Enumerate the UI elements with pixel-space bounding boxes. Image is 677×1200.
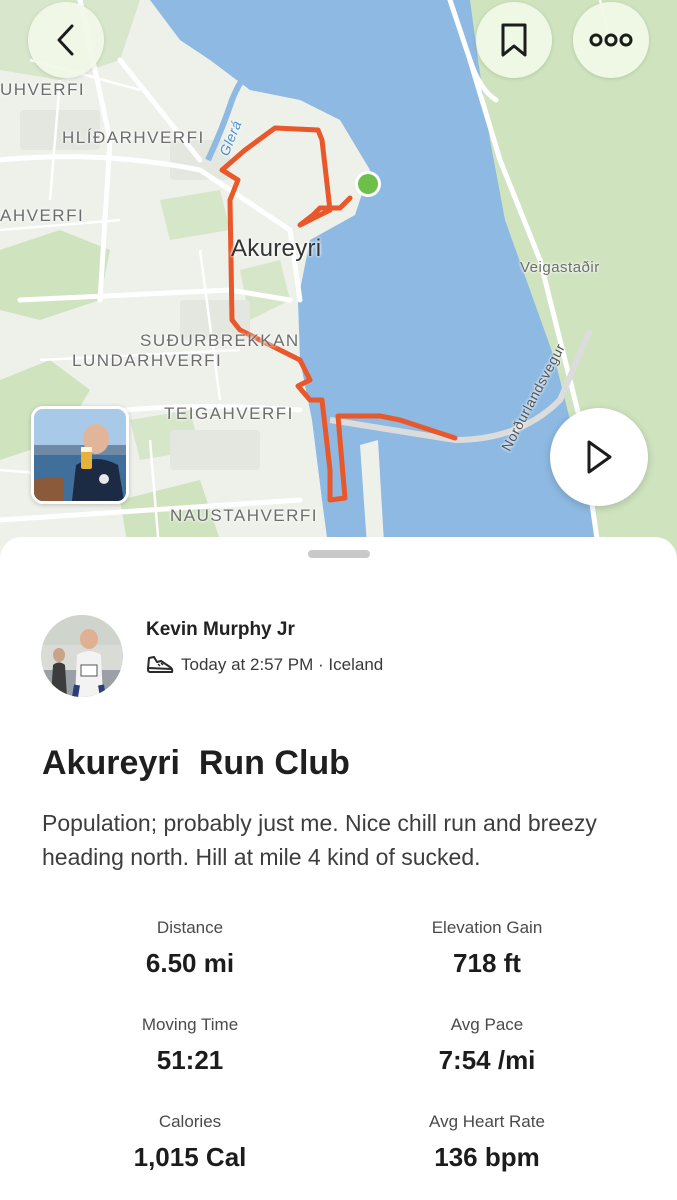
activity-map[interactable]: UHVERFI HLÍÐARHVERFI AHVERFI Glerá Akure… — [0, 0, 677, 560]
bookmark-icon — [501, 23, 527, 57]
activity-photo — [34, 409, 126, 501]
activity-photo-thumbnail[interactable] — [31, 406, 129, 504]
stat-label: Calories — [158, 1112, 222, 1131]
athlete-name[interactable]: Kevin Murphy Jr — [146, 619, 295, 641]
play-flyover-button[interactable] — [550, 408, 648, 506]
stat-moving-time: Moving Time 51:21 — [40, 1015, 340, 1076]
play-icon — [587, 440, 612, 474]
stat-value: 718 ft — [453, 948, 521, 978]
map-label-sudurbrekkan: SUÐURBREKKAN — [140, 331, 300, 350]
map-label-naustahverfi: NAUSTAHVERFI — [170, 506, 319, 525]
athlete-avatar-image — [41, 615, 123, 697]
stat-label: Avg Heart Rate — [429, 1112, 545, 1131]
stat-label: Moving Time — [141, 1015, 239, 1034]
stat-distance: Distance 6.50 mi — [40, 918, 340, 979]
stat-avg-heart-rate: Avg Heart Rate 136 bpm — [337, 1112, 637, 1173]
bookmark-button[interactable] — [476, 2, 552, 78]
avatar[interactable] — [41, 615, 123, 697]
activity-title: Akureyri Run Club — [42, 744, 350, 782]
map-label-akureyri: Akureyri — [231, 235, 322, 262]
stat-label: Elevation Gain — [431, 918, 543, 937]
stat-value: 1,015 Cal — [133, 1142, 247, 1172]
map-label-ahverfi: AHVERFI — [0, 206, 85, 225]
map-label-teigahverfi: TEIGAHVERFI — [164, 404, 294, 423]
stat-avg-pace: Avg Pace 7:54 /mi — [337, 1015, 637, 1076]
stat-value: 7:54 /mi — [438, 1045, 536, 1075]
chevron-left-icon — [57, 24, 74, 56]
map-label-hlidarhverfi: HLÍÐARHVERFI — [62, 128, 205, 147]
map-label-lundarhverfi: LUNDARHVERFI — [72, 351, 223, 370]
stat-value: 136 bpm — [434, 1142, 540, 1172]
stat-label: Avg Pace — [450, 1015, 524, 1034]
stat-label: Distance — [156, 918, 224, 937]
stat-calories: Calories 1,015 Cal — [40, 1112, 340, 1173]
activity-meta: Today at 2:57 PM · Iceland — [146, 654, 383, 676]
stat-value: 6.50 mi — [145, 948, 235, 978]
activity-description: Population; probably just me. Nice chill… — [42, 810, 597, 870]
more-options-button[interactable] — [573, 2, 649, 78]
map-label-uhverfi: UHVERFI — [0, 80, 86, 99]
stat-elevation-gain: Elevation Gain 718 ft — [337, 918, 637, 979]
activity-date-location: Today at 2:57 PM · Iceland — [181, 655, 384, 674]
back-button[interactable] — [28, 2, 104, 78]
sheet-grabber[interactable] — [308, 550, 370, 558]
stat-value: 51:21 — [156, 1045, 224, 1075]
running-shoe-icon — [147, 656, 174, 673]
more-dots-icon — [589, 33, 633, 47]
activity-details-sheet: Kevin Murphy Jr Today at 2:57 PM · Icela… — [0, 537, 677, 1200]
map-label-veigastadir: Veigastaðir — [520, 259, 600, 276]
